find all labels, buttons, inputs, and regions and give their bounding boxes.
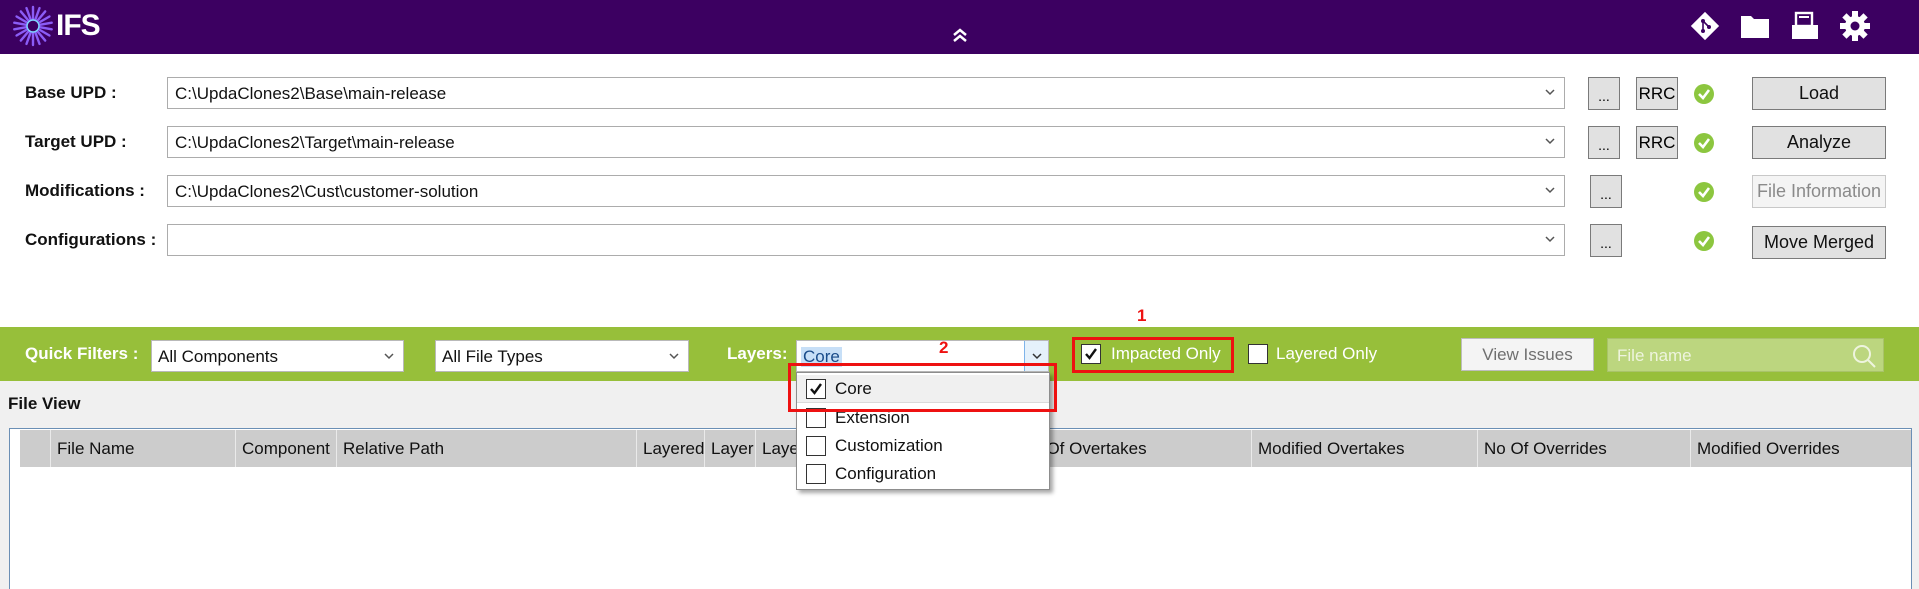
column-header-no-of-overrides[interactable]: No Of Overrides [1477, 430, 1690, 467]
ifs-logo-mark-icon [13, 5, 53, 47]
layer-core-checkbox[interactable] [806, 379, 826, 399]
layer-customization-checkbox[interactable] [806, 436, 826, 456]
column-header-file-name[interactable]: File Name [50, 430, 235, 467]
check-circle-icon [1694, 133, 1714, 153]
check-circle-icon [1694, 84, 1714, 104]
layers-label: Layers: [727, 344, 788, 363]
modifications-browse-button[interactable]: ... [1590, 175, 1622, 208]
chevron-down-icon [384, 353, 394, 360]
base-upd-browse-button[interactable]: ... [1588, 77, 1620, 110]
folder-icon[interactable] [1739, 10, 1771, 42]
layer-option-extension[interactable]: Extension [797, 404, 1049, 432]
configurations-combo[interactable] [167, 224, 1565, 256]
file-name-search-input[interactable]: File name [1607, 338, 1884, 372]
layered-only-label[interactable]: Layered Only [1276, 344, 1377, 364]
analyze-button[interactable]: Analyze [1752, 126, 1886, 159]
chevron-down-icon [1545, 89, 1555, 96]
layer-option-label: Extension [835, 408, 910, 427]
components-filter-combo[interactable]: All Components [151, 340, 404, 372]
column-header-relative-path[interactable]: Relative Path [336, 430, 636, 467]
chevron-down-icon [1545, 138, 1555, 145]
chevron-down-icon [669, 353, 679, 360]
configurations-row: Configurations : ... Move Merged [0, 224, 1919, 259]
printer-icon[interactable] [1789, 10, 1821, 42]
file-types-filter-combo[interactable]: All File Types [435, 340, 689, 372]
column-header-modified-overtakes[interactable]: Modified Overtakes [1251, 430, 1477, 467]
layer-configuration-checkbox[interactable] [806, 464, 826, 484]
move-merged-button[interactable]: Move Merged [1752, 226, 1886, 259]
layer-option-configuration[interactable]: Configuration [797, 460, 1049, 488]
checkmark-icon [1085, 348, 1097, 360]
checkmark-icon [810, 383, 822, 395]
impacted-only-label[interactable]: Impacted Only [1111, 344, 1221, 364]
ifs-logo: IFS [12, 5, 101, 47]
configurations-browse-button[interactable]: ... [1590, 224, 1622, 257]
base-upd-value: C:\UpdaClones2\Base\main-release [175, 84, 447, 103]
modifications-row: Modifications : C:\UpdaClones2\Cust\cust… [0, 175, 1919, 208]
quick-filters-label: Quick Filters : [25, 344, 139, 363]
layer-option-core[interactable]: Core [797, 375, 1049, 403]
impacted-only-checkbox[interactable] [1081, 344, 1101, 364]
annotation-number-1: 1 [1137, 306, 1147, 325]
base-upd-combo[interactable]: C:\UpdaClones2\Base\main-release [167, 77, 1565, 109]
layer-option-label: Customization [835, 436, 943, 455]
chevron-down-icon [1545, 187, 1555, 194]
base-upd-rrc-button[interactable]: RRC [1636, 77, 1678, 110]
annotation-number-2: 2 [939, 338, 949, 357]
target-upd-label: Target UPD : [25, 132, 127, 151]
check-circle-icon [1694, 182, 1714, 202]
configurations-label: Configurations : [25, 230, 157, 249]
column-header-no-of-overtakes[interactable]: No Of Overtakes [1020, 430, 1251, 467]
layers-dropdown-list: Core Extension Customization Configurati… [796, 372, 1050, 490]
column-header-layered[interactable]: Layered [636, 430, 704, 467]
column-header-modified-overrides[interactable]: Modified Overrides [1690, 430, 1913, 467]
layer-option-label: Core [835, 379, 872, 398]
chevron-down-icon [1545, 236, 1555, 243]
layers-dropdown-button[interactable] [1024, 341, 1048, 371]
target-upd-rrc-button[interactable]: RRC [1636, 126, 1678, 159]
search-icon[interactable] [1851, 343, 1877, 369]
search-placeholder: File name [1617, 346, 1692, 365]
column-header-layer[interactable]: Layer [704, 430, 755, 467]
modifications-value: C:\UpdaClones2\Cust\customer-solution [175, 182, 479, 201]
row-header-column [20, 430, 50, 467]
base-upd-label: Base UPD : [25, 83, 117, 102]
path-form: Base UPD : C:\UpdaClones2\Base\main-rele… [0, 54, 1919, 327]
git-icon[interactable] [1689, 10, 1721, 42]
logo-text: IFS [56, 9, 101, 42]
layered-only-checkbox[interactable] [1248, 344, 1268, 364]
file-view-title: File View [8, 394, 81, 413]
target-upd-combo[interactable]: C:\UpdaClones2\Target\main-release [167, 126, 1565, 158]
header-toolbar [1689, 10, 1871, 42]
app-header: IFS [0, 0, 1919, 54]
check-circle-icon [1694, 231, 1714, 251]
layer-option-customization[interactable]: Customization [797, 432, 1049, 460]
components-filter-value: All Components [158, 347, 279, 366]
base-upd-row: Base UPD : C:\UpdaClones2\Base\main-rele… [0, 77, 1919, 110]
chevron-down-icon [1032, 353, 1042, 360]
gear-icon[interactable] [1839, 10, 1871, 42]
modifications-label: Modifications : [25, 181, 145, 200]
view-issues-button[interactable]: View Issues [1461, 338, 1594, 371]
layers-value: Core [801, 347, 842, 367]
layer-option-label: Configuration [835, 464, 937, 483]
column-header-component[interactable]: Component [235, 430, 336, 467]
load-button[interactable]: Load [1752, 77, 1886, 110]
target-upd-value: C:\UpdaClones2\Target\main-release [175, 133, 455, 152]
target-upd-browse-button[interactable]: ... [1588, 126, 1620, 159]
layer-extension-checkbox[interactable] [806, 408, 826, 428]
modifications-combo[interactable]: C:\UpdaClones2\Cust\customer-solution [167, 175, 1565, 207]
target-upd-row: Target UPD : C:\UpdaClones2\Target\main-… [0, 126, 1919, 159]
layers-combo[interactable]: Core [796, 340, 1049, 372]
double-chevron-up-icon[interactable] [950, 26, 970, 46]
file-information-button[interactable]: File Information [1752, 175, 1886, 208]
file-types-filter-value: All File Types [442, 347, 543, 366]
